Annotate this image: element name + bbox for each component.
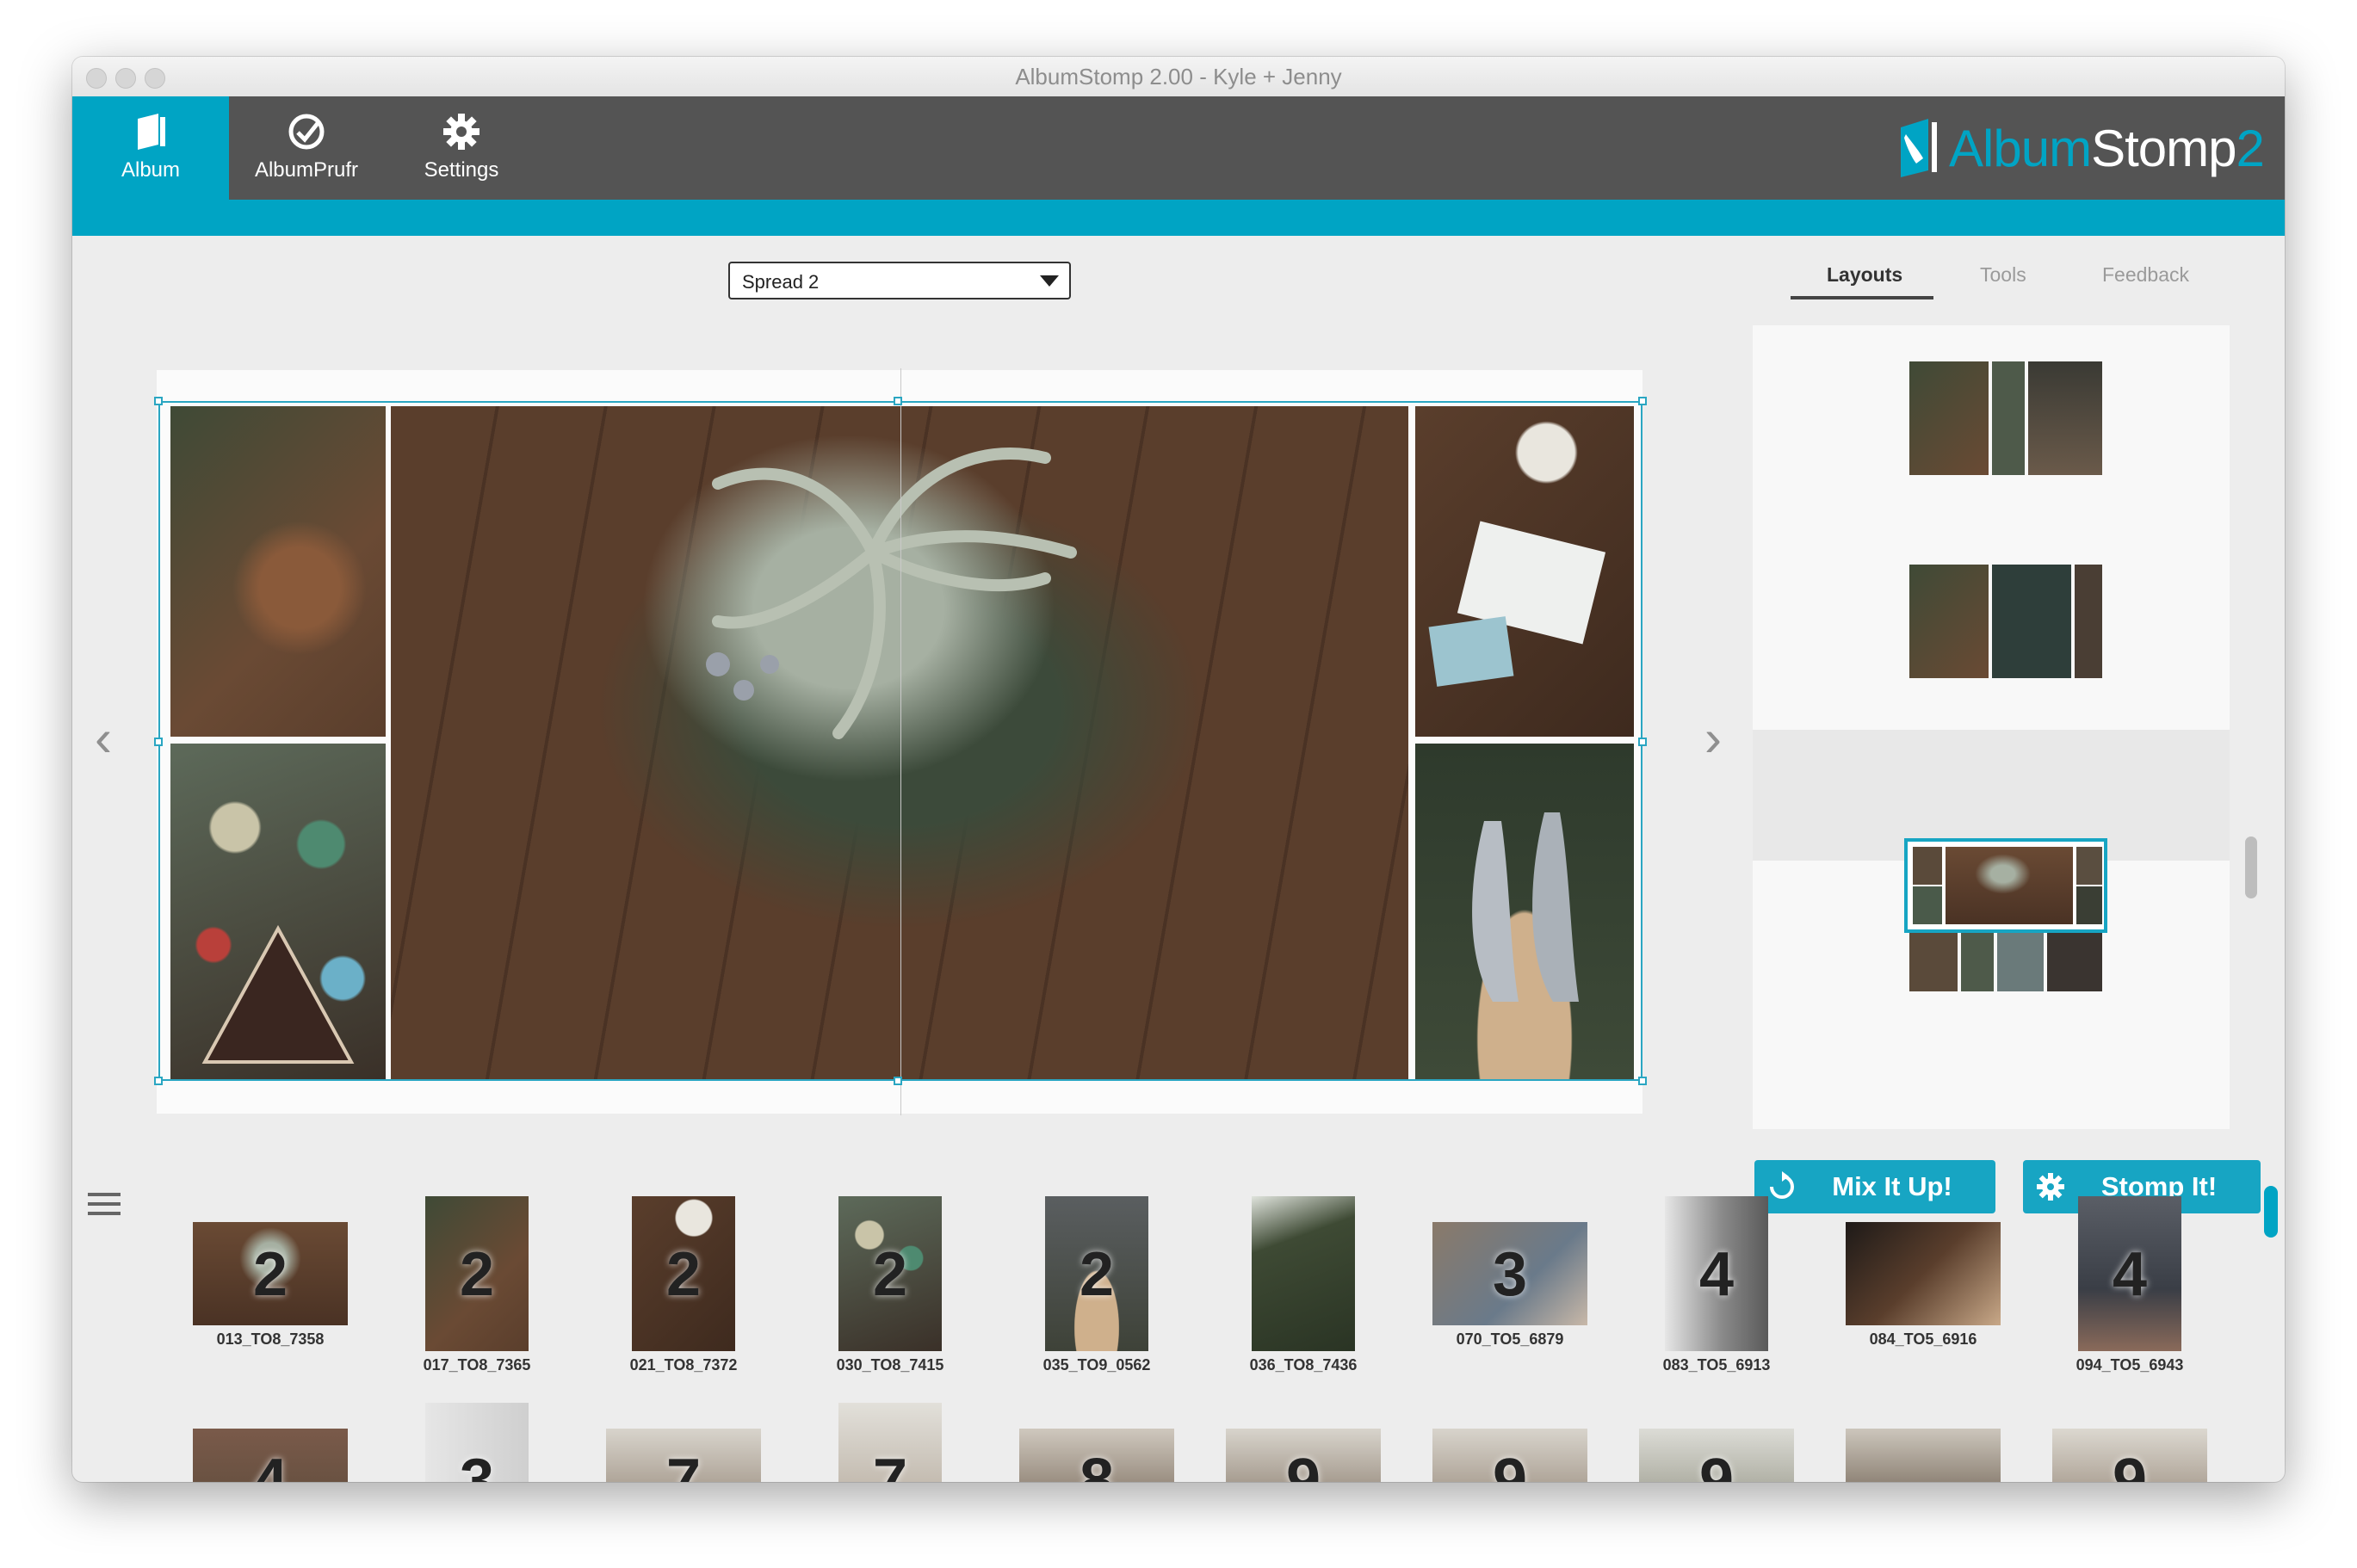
main-toolbar: Album AlbumPrufr Settings AlbumStomp2 — [72, 96, 2285, 200]
window-title: AlbumStomp 2.00 - Kyle + Jenny — [1015, 64, 1342, 90]
logo-book-icon — [1901, 119, 1937, 177]
photo-thumbnail[interactable]: 036_TO8_7436 — [1250, 1196, 1357, 1374]
spread-photo-shoes[interactable] — [1415, 744, 1634, 1079]
mix-it-up-label: Mix It Up! — [1832, 1171, 1952, 1201]
next-spread-chevron-icon[interactable]: › — [1704, 713, 1722, 764]
spread-select-value: Spread 2 — [742, 271, 820, 293]
chevron-down-icon — [1040, 275, 1059, 287]
photo-thumbnail[interactable]: 3 — [425, 1403, 529, 1482]
tab-albumprufr[interactable]: AlbumPrufr — [229, 96, 384, 200]
resize-handle[interactable] — [1638, 738, 1647, 746]
spread-photo-boutonniere[interactable] — [170, 406, 386, 737]
title-bar: AlbumStomp 2.00 - Kyle + Jenny — [72, 57, 2285, 97]
photo-thumbnail[interactable]: 4 094_TO5_6943 — [2076, 1196, 2183, 1374]
logo-wordmark: AlbumStomp2 — [1949, 120, 2265, 177]
layout-option[interactable] — [1753, 325, 2230, 730]
spread-canvas[interactable] — [158, 368, 1642, 1115]
resize-handle[interactable] — [894, 397, 902, 405]
photo-thumbnail[interactable] — [1846, 1429, 2001, 1482]
layout-option-selected[interactable] — [1904, 838, 2107, 933]
photo-thumbnail[interactable]: 2 035_TO9_0562 — [1043, 1196, 1150, 1374]
layouts-list — [1753, 325, 2230, 1129]
mix-it-up-button[interactable]: Mix It Up! — [1754, 1160, 1995, 1213]
spread-photo-air-plant-bouquet[interactable] — [391, 406, 1408, 1079]
photo-thumbnail[interactable]: 7 — [838, 1403, 942, 1482]
album-book-icon — [72, 110, 229, 151]
tab-tools[interactable]: Tools — [1980, 263, 2026, 287]
resize-handle[interactable] — [894, 1077, 902, 1085]
previous-spread-chevron-icon[interactable]: ‹ — [95, 713, 112, 764]
spread-gutter — [900, 368, 901, 1115]
prufr-check-icon — [229, 110, 384, 151]
photo-thumbnail[interactable]: 4 083_TO5_6913 — [1663, 1196, 1770, 1374]
tab-layouts[interactable]: Layouts — [1827, 263, 1902, 287]
photo-thumbnail[interactable]: 2 017_TO8_7365 — [424, 1196, 530, 1374]
scrollbar-thumb[interactable] — [2245, 836, 2257, 898]
spread-photo-ring-box[interactable] — [170, 744, 386, 1079]
tab-album[interactable]: Album — [72, 96, 229, 200]
active-tab-indicator — [1791, 296, 1933, 299]
photo-thumbnail[interactable]: 8 — [1019, 1429, 1174, 1482]
photo-thumbnail[interactable]: 7 — [606, 1429, 761, 1482]
app-window: AlbumStomp 2.00 - Kyle + Jenny Album Alb… — [72, 57, 2285, 1482]
photo-thumbnail[interactable]: 084_TO5_6916 — [1846, 1222, 2001, 1348]
photo-thumbnail[interactable]: 9 — [1226, 1429, 1381, 1482]
thumbnails-scrollbar-thumb[interactable] — [2264, 1186, 2278, 1238]
resize-handle[interactable] — [1638, 397, 1647, 405]
resize-handle[interactable] — [1638, 1077, 1647, 1085]
layouts-scrollbar[interactable] — [2242, 325, 2261, 1129]
tab-settings-label: Settings — [424, 158, 499, 182]
albumstomp-logo: AlbumStomp2 — [1897, 114, 2267, 182]
photo-thumbnail[interactable]: 9 — [1639, 1429, 1794, 1482]
spread-select[interactable]: Spread 2 — [728, 262, 1071, 299]
photo-thumbnail[interactable]: 4 — [193, 1429, 348, 1482]
photo-thumbnail[interactable]: 2 013_TO8_7358 — [193, 1222, 348, 1348]
resize-handle[interactable] — [154, 738, 163, 746]
photo-thumbnail[interactable]: 2 021_TO8_7372 — [630, 1196, 737, 1374]
tab-settings[interactable]: Settings — [384, 96, 539, 200]
photo-thumbnail[interactable]: 2 030_TO8_7415 — [837, 1196, 943, 1374]
spread-photo-invitation[interactable] — [1415, 406, 1634, 737]
photo-thumbnail[interactable]: 9 — [1432, 1429, 1587, 1482]
gear-icon — [384, 110, 539, 151]
photo-thumbnail[interactable]: 3 070_TO5_6879 — [1432, 1222, 1587, 1348]
resize-handle[interactable] — [154, 397, 163, 405]
tab-album-label: Album — [121, 158, 181, 182]
photo-thumbnail[interactable]: 9 — [2052, 1429, 2207, 1482]
tab-albumprufr-label: AlbumPrufr — [254, 158, 359, 182]
accent-strip — [72, 200, 2285, 236]
resize-handle[interactable] — [154, 1077, 163, 1085]
tab-feedback[interactable]: Feedback — [2102, 263, 2189, 287]
hamburger-menu-icon[interactable] — [88, 1191, 121, 1217]
